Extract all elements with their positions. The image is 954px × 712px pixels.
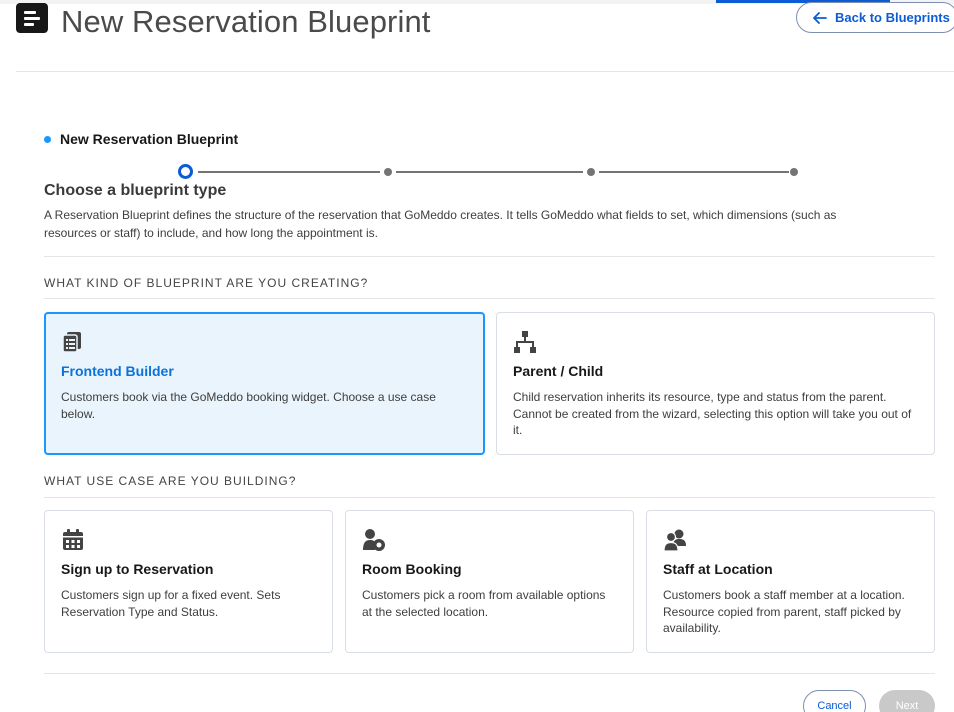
option-parent-child[interactable]: Parent / Child Child reservation inherit…: [496, 312, 935, 455]
option-title: Sign up to Reservation: [61, 561, 214, 577]
wizard-progress-indicator: [178, 164, 800, 180]
option-room-booking[interactable]: Room Booking Customers pick a room from …: [345, 510, 634, 653]
back-button-label: Back to Blueprints: [835, 10, 950, 25]
option-description: Customers sign up for a fixed event. Set…: [61, 588, 281, 619]
document-list-icon: [62, 332, 81, 353]
option-title: Frontend Builder: [61, 363, 174, 379]
option-description: Customers book via the GoMeddo booking w…: [61, 390, 436, 421]
progress-step-1-current[interactable]: [178, 164, 193, 179]
divider: [44, 298, 935, 299]
option-title: Room Booking: [362, 561, 462, 577]
option-description: Customers book a staff member at a locat…: [663, 588, 905, 635]
section-description: A Reservation Blueprint defines the stru…: [44, 208, 837, 240]
blueprint-kind-label: WHAT KIND OF BLUEPRINT ARE YOU CREATING?: [44, 276, 369, 290]
progress-step-4[interactable]: [790, 168, 798, 176]
calendar-icon: [63, 529, 83, 550]
people-icon: [663, 529, 686, 552]
option-title: Staff at Location: [663, 561, 773, 577]
arrow-left-icon: [813, 11, 827, 24]
next-button[interactable]: Next: [879, 690, 935, 712]
divider: [44, 256, 935, 257]
option-description: Child reservation inherits its resource,…: [513, 390, 912, 437]
page-title: New Reservation Blueprint: [61, 4, 431, 39]
divider: [44, 497, 935, 498]
hierarchy-icon: [514, 331, 536, 353]
option-staff-at-location[interactable]: Staff at Location Customers book a staff…: [646, 510, 935, 653]
option-frontend-builder[interactable]: Frontend Builder Customers book via the …: [44, 312, 485, 455]
page-header: New Reservation Blueprint Back to Bluepr…: [0, 0, 954, 72]
progress-connector: [599, 171, 789, 173]
person-location-icon: [363, 529, 385, 551]
use-case-label: WHAT USE CASE ARE YOU BUILDING?: [44, 474, 297, 488]
header-divider: [16, 71, 954, 72]
cancel-button[interactable]: Cancel: [803, 690, 866, 712]
step-bullet: [44, 135, 51, 143]
progress-connector: [198, 171, 380, 173]
section-title: Choose a blueprint type: [44, 182, 227, 199]
progress-step-2[interactable]: [384, 168, 392, 176]
blueprint-app-icon: [16, 3, 48, 33]
progress-connector: [396, 171, 583, 173]
option-title: Parent / Child: [513, 363, 604, 379]
progress-step-3[interactable]: [587, 168, 595, 176]
option-description: Customers pick a room from available opt…: [362, 588, 606, 619]
wizard-step-header: New Reservation Blueprint: [44, 131, 238, 147]
back-to-blueprints-button[interactable]: Back to Blueprints: [796, 2, 954, 33]
wizard-step-title: New Reservation Blueprint: [60, 131, 239, 147]
option-sign-up-to-reservation[interactable]: Sign up to Reservation Customers sign up…: [44, 510, 333, 653]
footer-divider: [44, 673, 935, 674]
